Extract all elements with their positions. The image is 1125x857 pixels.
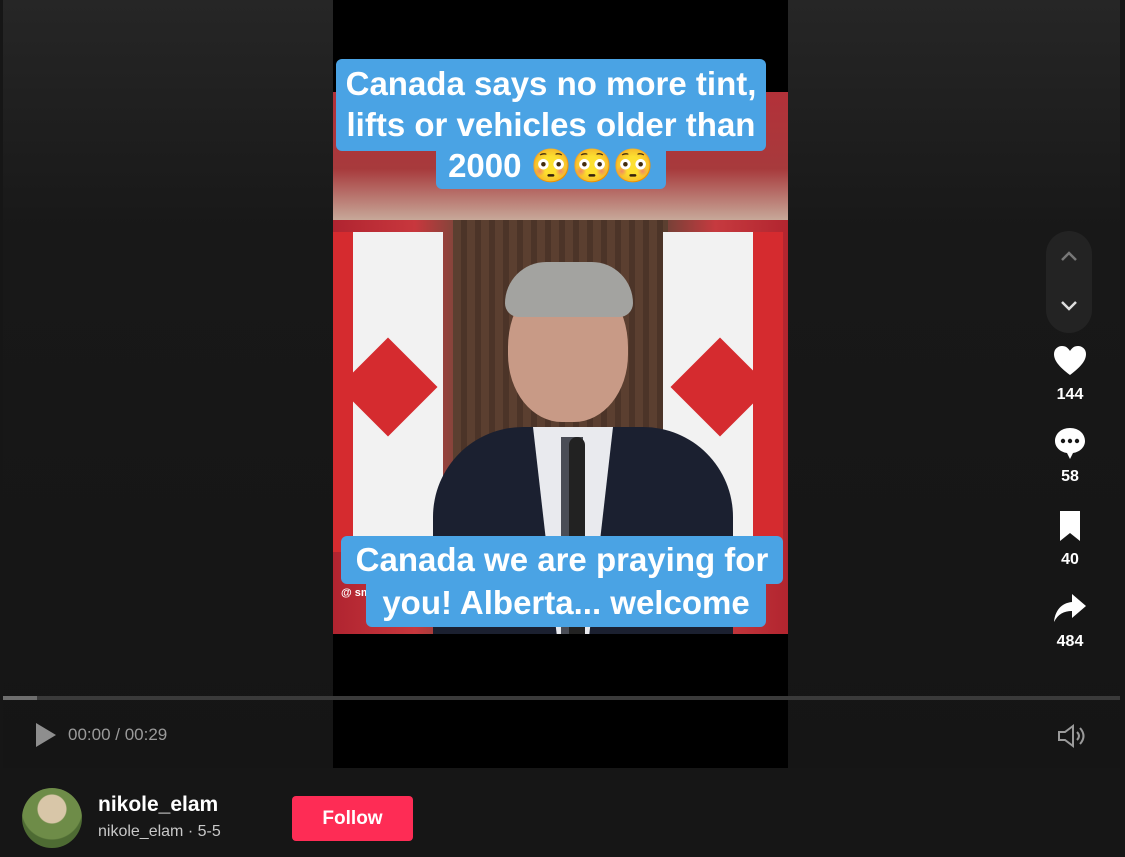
previous-video-button[interactable]	[1046, 233, 1092, 279]
caption-top-line3: 2000 😳😳😳	[448, 147, 654, 184]
caption-top-line2: lifts or vehicles older than	[346, 106, 756, 143]
share-button[interactable]: 484	[1045, 590, 1095, 651]
save-button[interactable]: 40	[1045, 508, 1095, 569]
video-player[interactable]: ♪ TikTok @ smart.feed Canada says no mor…	[333, 0, 788, 768]
chevron-down-icon	[1061, 301, 1077, 311]
progress-fill	[3, 696, 37, 700]
caption-bottom-box: Canada we are praying for	[341, 536, 783, 584]
creator-subline: nikole_elam · 5-5	[98, 823, 221, 840]
caption-top-box2: 2000 😳😳😳	[436, 143, 666, 189]
like-count: 144	[1056, 386, 1084, 403]
bookmark-icon	[1060, 511, 1080, 541]
comment-button[interactable]: 58	[1045, 425, 1095, 486]
progress-bar[interactable]	[3, 696, 1120, 700]
video-stage: ♪ TikTok @ smart.feed Canada says no mor…	[3, 0, 1120, 768]
caption-bottom-line2: you! Alberta... welcome	[382, 584, 750, 621]
video-nav	[1046, 231, 1092, 333]
play-icon[interactable]	[33, 720, 59, 750]
comment-count: 58	[1061, 468, 1079, 485]
caption-top-box: Canada says no more tint, lifts or vehic…	[336, 59, 766, 151]
comment-icon	[1055, 428, 1085, 459]
volume-icon[interactable]	[1053, 722, 1089, 750]
follow-button[interactable]: Follow	[292, 796, 413, 841]
avatar[interactable]	[22, 788, 82, 848]
speaker-hair	[505, 262, 633, 317]
caption-bottom-box2: you! Alberta... welcome	[366, 579, 766, 627]
creator-username[interactable]: nikole_elam	[98, 793, 218, 817]
share-icon	[1054, 594, 1086, 622]
flag-left	[333, 232, 443, 552]
caption-top-line1: Canada says no more tint,	[345, 65, 757, 102]
caption-bottom-line1: Canada we are praying for	[355, 541, 769, 578]
like-button[interactable]: 144	[1045, 343, 1095, 404]
time-display: 00:00 / 00:29	[68, 725, 168, 744]
next-video-button[interactable]	[1046, 283, 1092, 329]
heart-icon	[1054, 346, 1086, 375]
chevron-up-icon	[1061, 251, 1077, 261]
share-count: 484	[1056, 633, 1084, 650]
save-count: 40	[1061, 551, 1079, 568]
